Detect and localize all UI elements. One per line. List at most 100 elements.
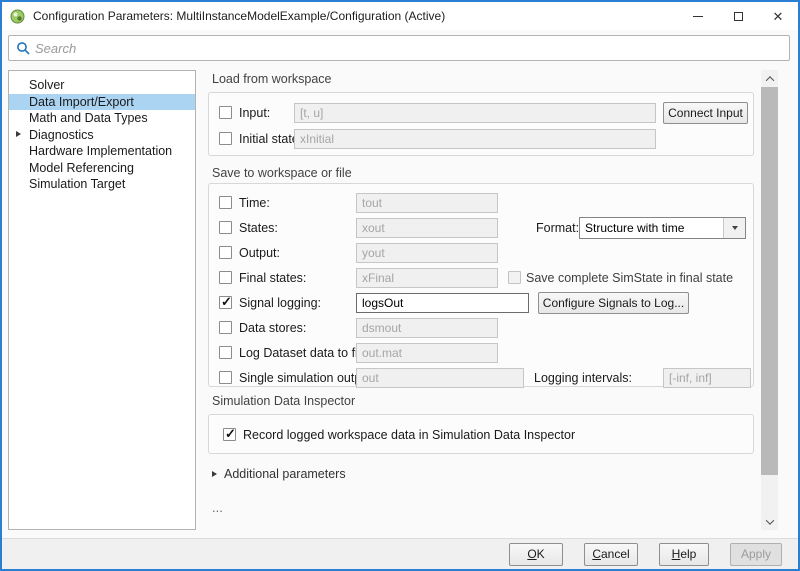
output-row: Output: yout (209, 243, 753, 265)
record-logged-row: Record logged workspace data in Simulati… (209, 425, 753, 447)
states-row: States: xout Format: Structure with time (209, 217, 753, 240)
additional-parameters-expander[interactable]: Additional parameters (212, 467, 346, 481)
sidebar-item-label: Hardware Implementation (29, 144, 173, 159)
save-to-workspace-heading: Save to workspace or file (212, 166, 352, 180)
signal-logging-label: Signal logging: (239, 296, 322, 310)
initial-state-row: Initial state: xInitial (209, 129, 753, 151)
initial-state-label: Initial state: (239, 132, 303, 146)
chevron-down-icon (731, 226, 738, 230)
sidebar-item-math-and-data-types[interactable]: Math and Data Types (9, 110, 195, 127)
final-states-field[interactable]: xFinal (356, 268, 498, 288)
sidebar-item-label: Diagnostics (29, 127, 94, 142)
log-dataset-field[interactable]: out.mat (356, 343, 498, 363)
maximize-icon (733, 11, 743, 21)
time-field[interactable]: tout (356, 193, 498, 213)
save-to-workspace-group: Time: tout States: xout Format: Structur… (208, 183, 754, 390)
format-dropdown[interactable]: Structure with time (579, 217, 746, 239)
configure-signals-to-log-button[interactable]: Configure Signals to Log... (538, 292, 689, 314)
dropdown-arrow-button[interactable] (723, 218, 745, 238)
minimize-icon (693, 15, 703, 17)
time-checkbox[interactable] (219, 196, 232, 209)
format-selected-value: Structure with time (585, 221, 685, 235)
log-dataset-label: Log Dataset data to file: (239, 346, 372, 360)
ok-button[interactable]: OK (509, 542, 563, 566)
minimize-button[interactable] (678, 2, 718, 30)
maximize-button[interactable] (718, 2, 758, 30)
simulink-app-icon (10, 9, 25, 23)
signal-logging-checkbox[interactable] (219, 294, 232, 310)
output-checkbox[interactable] (219, 246, 232, 259)
data-stores-field[interactable]: dsmout (356, 318, 498, 338)
states-checkbox[interactable] (219, 221, 232, 234)
scrollbar-thumb[interactable] (761, 87, 778, 475)
scroll-up-button[interactable] (761, 70, 778, 87)
help-button-label: Help (671, 547, 697, 561)
data-stores-row: Data stores: dsmout (209, 318, 753, 340)
simulation-data-inspector-heading: Simulation Data Inspector (212, 394, 356, 408)
logging-intervals-field[interactable]: [-inf, inf] (663, 368, 751, 388)
record-logged-checkbox[interactable] (223, 426, 236, 442)
signal-logging-field[interactable]: logsOut (356, 293, 529, 313)
scroll-down-button[interactable] (761, 513, 778, 530)
close-button[interactable]: ✕ (758, 2, 798, 30)
vertical-scrollbar[interactable] (761, 70, 778, 530)
log-dataset-checkbox[interactable] (219, 346, 232, 359)
final-states-checkbox[interactable] (219, 271, 232, 284)
sidebar-item-label: Math and Data Types (29, 111, 148, 126)
category-list: Solver Data Import/Export Math and Data … (8, 70, 196, 530)
load-from-workspace-heading: Load from workspace (212, 72, 332, 86)
final-states-row: Final states: xFinal Save complete SimSt… (209, 268, 753, 290)
save-complete-simstate-checkbox[interactable] (508, 271, 521, 284)
load-from-workspace-group: Input: [t, u] Connect Input Initial stat… (208, 92, 754, 156)
time-label: Time: (239, 196, 270, 210)
output-label: Output: (239, 246, 280, 260)
final-states-label: Final states: (239, 271, 307, 285)
apply-button[interactable]: Apply (730, 542, 782, 566)
close-icon: ✕ (772, 8, 784, 24)
signal-logging-row: Signal logging: logsOut Configure Signal… (209, 292, 753, 315)
sidebar-item-label: Model Referencing (29, 160, 134, 175)
configuration-parameters-dialog: Configuration Parameters: MultiInstanceM… (0, 0, 800, 571)
logging-intervals-label: Logging intervals: (534, 371, 632, 385)
window-controls: ✕ (678, 2, 798, 30)
input-checkbox[interactable] (219, 106, 232, 119)
sidebar-item-hardware-implementation[interactable]: Hardware Implementation (9, 143, 195, 160)
sidebar-item-data-import-export[interactable]: Data Import/Export (9, 93, 195, 110)
sidebar-item-simulation-target[interactable]: Simulation Target (9, 176, 195, 193)
connect-input-button[interactable]: Connect Input (663, 102, 748, 124)
title-bar: Configuration Parameters: MultiInstanceM… (2, 2, 798, 30)
apply-button-label: Apply (740, 547, 772, 561)
time-row: Time: tout (209, 193, 753, 215)
sidebar-item-model-referencing[interactable]: Model Referencing (9, 160, 195, 177)
single-simulation-output-row: Single simulation output: out Logging in… (209, 368, 753, 390)
cancel-button-label: Cancel (592, 547, 630, 561)
initial-state-field[interactable]: xInitial (294, 129, 656, 149)
single-simulation-output-field[interactable]: out (356, 368, 524, 388)
ok-button-label: OK (527, 547, 545, 561)
cancel-button[interactable]: Cancel (584, 542, 638, 566)
help-button[interactable]: Help (659, 542, 709, 566)
expand-arrow-icon[interactable] (16, 131, 21, 137)
search-input[interactable]: Search (8, 35, 790, 61)
data-stores-label: Data stores: (239, 321, 307, 335)
states-label: States: (239, 221, 278, 235)
sidebar-item-diagnostics[interactable]: Diagnostics (9, 127, 195, 144)
input-row: Input: [t, u] Connect Input (209, 102, 753, 125)
output-field[interactable]: yout (356, 243, 498, 263)
input-field[interactable]: [t, u] (294, 103, 656, 123)
overflow-ellipsis: ... (212, 500, 223, 515)
single-simulation-output-checkbox[interactable] (219, 371, 232, 384)
sidebar-item-label: Solver (29, 78, 65, 93)
input-label: Input: (239, 106, 271, 120)
sidebar-item-solver[interactable]: Solver (9, 77, 195, 94)
search-placeholder: Search (35, 40, 77, 56)
data-stores-checkbox[interactable] (219, 321, 232, 334)
initial-state-checkbox[interactable] (219, 132, 232, 145)
states-field[interactable]: xout (356, 218, 498, 238)
chevron-down-icon (765, 515, 774, 525)
sidebar-item-label: Simulation Target (29, 177, 126, 192)
format-label: Format: (536, 221, 580, 235)
sidebar-item-label: Data Import/Export (29, 94, 134, 109)
single-simulation-output-label: Single simulation output: (239, 371, 376, 385)
record-logged-label: Record logged workspace data in Simulati… (243, 428, 576, 442)
